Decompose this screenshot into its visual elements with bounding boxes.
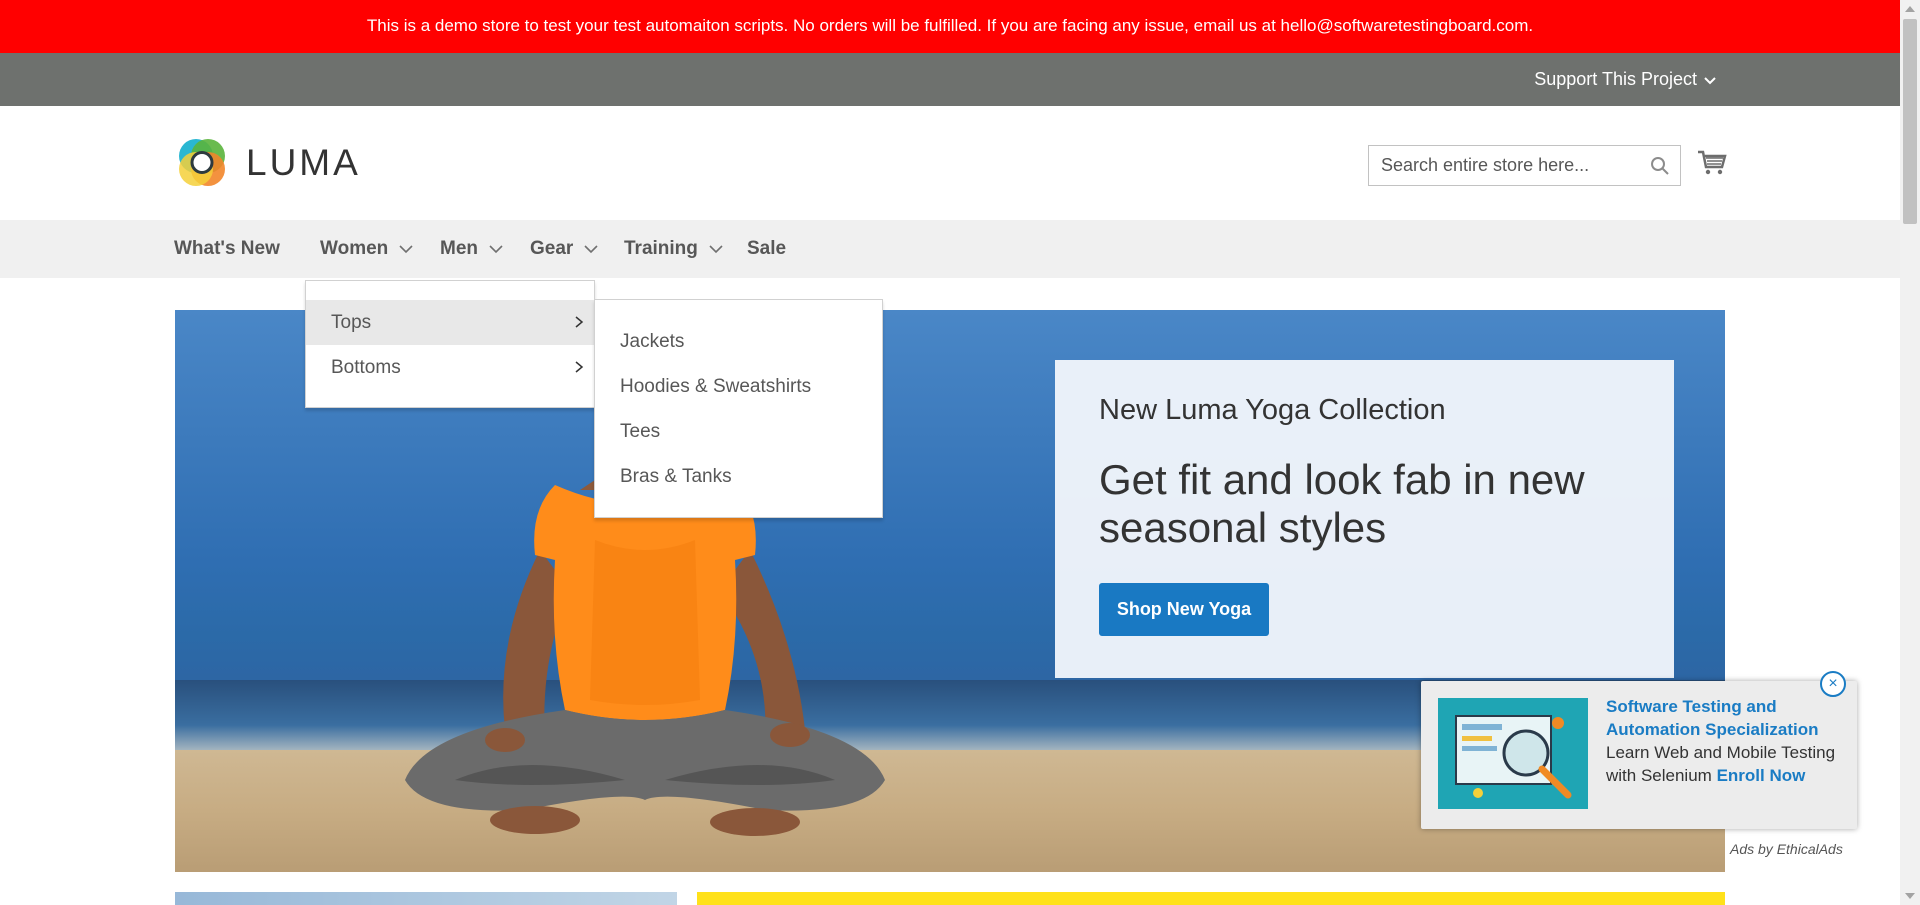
promo-card: New Luma Yoga Collection Get fit and loo… <box>1055 360 1674 678</box>
cart-icon[interactable] <box>1697 148 1727 178</box>
nav-item-men[interactable]: Men <box>440 220 504 278</box>
submenu-item-hoodies-sweatshirts[interactable]: Hoodies & Sweatshirts <box>595 364 882 409</box>
demo-notice-text: This is a demo store to test your test a… <box>366 16 1534 35</box>
site-header: LUMA <box>0 106 1900 220</box>
nav-item-whats-new[interactable]: What's New <box>174 220 280 278</box>
search-box <box>1368 145 1681 186</box>
shop-new-yoga-button[interactable]: Shop New Yoga <box>1099 583 1269 636</box>
support-bar: Support This Project <box>0 53 1900 106</box>
promo-block-right[interactable] <box>697 892 1725 905</box>
chevron-down-icon <box>1704 76 1716 84</box>
menu-item-bottoms[interactable]: Bottoms <box>306 345 594 390</box>
luma-logo-icon <box>179 139 225 186</box>
nav-item-label: Gear <box>530 238 574 259</box>
nav-item-label: What's New <box>174 238 280 259</box>
scroll-up-arrow-icon[interactable] <box>1905 6 1915 12</box>
chevron-down-icon <box>399 245 413 254</box>
support-project-link[interactable]: Support This Project <box>1534 53 1717 106</box>
scroll-thumb[interactable] <box>1903 19 1917 224</box>
scroll-down-arrow-icon[interactable] <box>1905 893 1915 899</box>
main-nav: What's New Women Men Gear Training Sale <box>0 220 1900 278</box>
nav-item-gear[interactable]: Gear <box>530 220 599 278</box>
promo-block-left[interactable] <box>175 892 677 905</box>
chevron-down-icon <box>489 245 503 254</box>
menu-item-label: Bottoms <box>331 357 401 378</box>
nav-item-training[interactable]: Training <box>624 220 724 278</box>
nav-item-label: Training <box>624 238 698 259</box>
tops-submenu: Jackets Hoodies & Sweatshirts Tees Bras … <box>594 299 883 518</box>
promo-headline: Get fit and look fab in new seasonal sty… <box>1099 456 1585 551</box>
submenu-item-bras-tanks[interactable]: Bras & Tanks <box>595 454 882 499</box>
logo-text: LUMA <box>246 141 361 183</box>
menu-item-label: Tops <box>331 312 372 333</box>
nav-item-women[interactable]: Women <box>320 220 414 278</box>
luma-logo[interactable]: LUMA <box>174 134 361 191</box>
search-input[interactable] <box>1369 146 1629 185</box>
nav-item-sale[interactable]: Sale <box>747 220 786 278</box>
submenu-item-tees[interactable]: Tees <box>595 409 882 454</box>
chevron-down-icon <box>709 245 723 254</box>
demo-notice-bar: This is a demo store to test your test a… <box>0 0 1900 53</box>
nav-item-label: Men <box>440 238 478 259</box>
ad-image[interactable] <box>1438 698 1588 809</box>
ad-close-button[interactable]: × <box>1820 671 1846 697</box>
ad-enroll-link[interactable]: Enroll Now <box>1717 766 1806 785</box>
submenu-item-jackets[interactable]: Jackets <box>595 319 882 364</box>
nav-item-label: Women <box>320 238 389 259</box>
search-icon[interactable] <box>1650 156 1670 176</box>
chevron-down-icon <box>584 245 598 254</box>
ad-attribution-link[interactable]: Ads by EthicalAds <box>1730 841 1843 857</box>
ad-title-link[interactable]: Software Testing and Automation Speciali… <box>1606 697 1819 739</box>
women-dropdown-menu: Tops Bottoms <box>305 280 595 408</box>
chevron-right-icon <box>575 361 584 373</box>
support-project-label: Support This Project <box>1534 69 1697 89</box>
chevron-right-icon <box>575 316 584 328</box>
nav-item-label: Sale <box>747 238 787 259</box>
ad-text: Software Testing and Automation Speciali… <box>1606 695 1841 787</box>
ethical-ad: Software Testing and Automation Speciali… <box>1421 671 1857 829</box>
menu-item-tops[interactable]: Tops <box>306 300 594 345</box>
page-scrollbar[interactable] <box>1900 0 1920 905</box>
promo-subtitle: New Luma Yoga Collection <box>1099 394 1446 426</box>
